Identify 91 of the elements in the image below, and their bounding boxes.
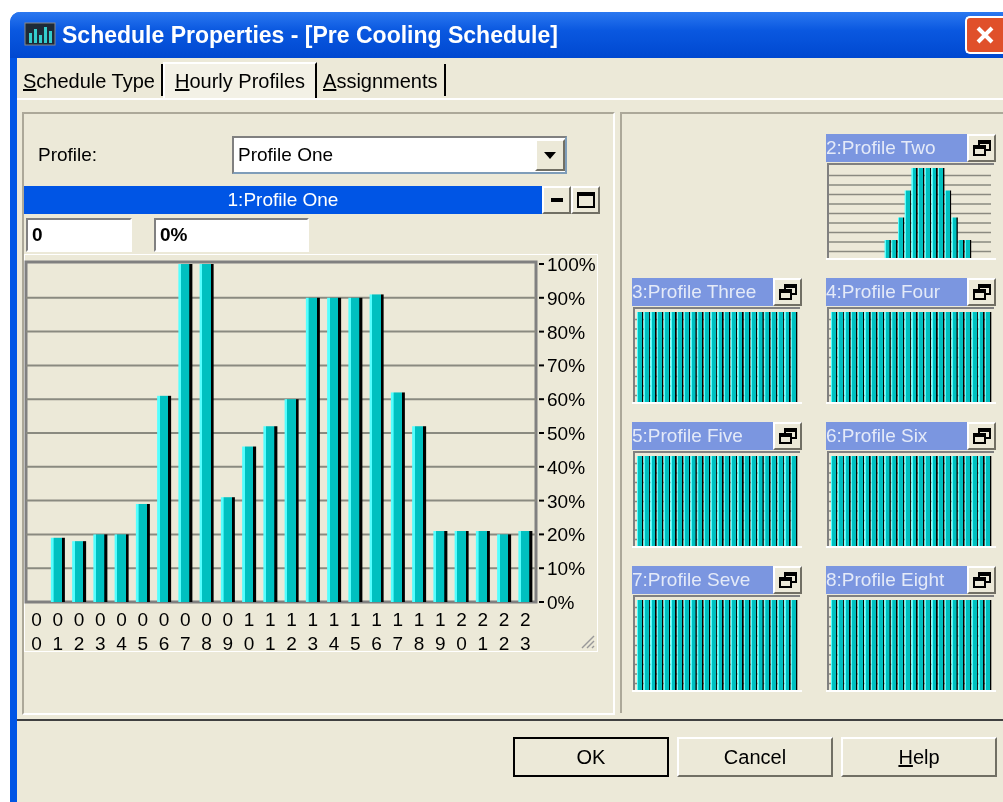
bar — [72, 541, 87, 602]
profile-window-title: 5:Profile Five — [632, 422, 773, 450]
x-axis-label: 06 — [158, 609, 170, 652]
y-axis-label: 10% — [547, 558, 586, 580]
maximize-button[interactable] — [571, 186, 600, 214]
bar — [518, 531, 533, 602]
x-axis-label: 21 — [477, 609, 489, 652]
y-axis-tick — [538, 330, 545, 333]
dialog-button[interactable]: Cancel — [677, 737, 833, 777]
close-button[interactable] — [965, 16, 1003, 54]
minimize-button[interactable] — [542, 186, 571, 214]
profile-dropdown[interactable]: Profile One — [232, 136, 567, 174]
chart-icon — [24, 21, 56, 49]
x-axis-label: 02 — [73, 609, 85, 652]
dropdown-arrow-icon — [544, 151, 556, 159]
hour-field[interactable]: 0 — [26, 218, 132, 252]
x-axis-label: 13 — [307, 609, 319, 652]
x-axis-label: 17 — [392, 609, 404, 652]
resize-grip-icon[interactable] — [581, 635, 595, 649]
y-axis-label: 30% — [547, 490, 586, 512]
window-title: Schedule Properties - [Pre Cooling Schedule] — [62, 20, 558, 50]
y-axis-tick — [538, 499, 545, 502]
x-axis-label: 11 — [265, 609, 276, 652]
tab[interactable]: Hourly Profiles — [162, 62, 318, 98]
restore-button[interactable] — [967, 566, 996, 594]
x-axis-label: 20 — [456, 609, 467, 652]
y-axis-label: 90% — [547, 287, 586, 309]
profile-window-title: 6:Profile Six — [826, 422, 967, 450]
x-axis-label: 09 — [222, 609, 234, 652]
restore-icon — [778, 428, 797, 444]
restore-button[interactable] — [967, 278, 996, 306]
restore-button[interactable] — [773, 422, 802, 450]
x-axis-label: 07 — [180, 609, 191, 652]
restore-icon — [972, 284, 991, 300]
x-axis-label: 22 — [498, 609, 510, 652]
restore-button[interactable] — [773, 278, 802, 306]
x-axis-label: 23 — [520, 609, 531, 652]
x-axis-label: 00 — [31, 609, 42, 652]
maximize-icon — [576, 192, 595, 208]
x-axis-label: 01 — [52, 609, 64, 652]
y-axis-label: 60% — [547, 389, 586, 411]
y-axis-tick — [538, 465, 545, 468]
value-field[interactable]: 0% — [154, 218, 309, 252]
x-axis-label: 16 — [371, 609, 382, 652]
y-axis-tick — [538, 263, 545, 265]
y-axis-tick — [538, 398, 545, 401]
x-axis-label: 10 — [243, 609, 255, 652]
y-axis-tick — [538, 533, 545, 536]
bar — [497, 534, 512, 602]
dialog-button[interactable]: Help — [841, 737, 997, 777]
profile-window-title: 7:Profile Seve — [632, 566, 773, 594]
dialog-button[interactable]: OK — [513, 737, 669, 777]
y-axis-tick — [538, 364, 545, 367]
restore-button[interactable] — [773, 566, 802, 594]
bar — [93, 534, 108, 602]
y-axis-label: 0% — [547, 592, 575, 613]
profile-window-title: 3:Profile Three — [632, 278, 773, 306]
y-axis-label: 40% — [547, 456, 586, 478]
y-axis-label: 100% — [547, 254, 596, 275]
restore-icon — [972, 428, 991, 444]
y-axis-label: 50% — [547, 423, 586, 444]
x-axis-label: 18 — [413, 609, 425, 652]
minimize-icon — [550, 198, 563, 202]
x-axis-label: 14 — [328, 609, 340, 652]
restore-icon — [972, 140, 991, 156]
y-axis-tick — [538, 296, 545, 299]
restore-button[interactable] — [967, 422, 996, 450]
restore-button[interactable] — [967, 134, 996, 162]
x-axis-label: 03 — [95, 609, 106, 652]
y-axis-tick — [538, 601, 545, 603]
x-axis-label: 05 — [137, 609, 149, 652]
profile-window-title: 2:Profile Two — [826, 134, 967, 162]
y-axis-tick — [538, 567, 545, 570]
profile-window-title: 8:Profile Eight — [826, 566, 967, 594]
close-icon — [975, 25, 995, 45]
y-axis-tick — [538, 432, 545, 434]
x-axis-label: 15 — [350, 609, 361, 652]
x-axis-label: 12 — [286, 609, 297, 652]
restore-icon — [778, 572, 797, 588]
profile-label: Profile: — [38, 142, 99, 167]
y-axis-label: 70% — [547, 355, 586, 377]
profile-window-title: 4:Profile Four — [826, 278, 967, 306]
y-axis-label: 20% — [547, 524, 586, 546]
x-axis-label: 04 — [116, 609, 127, 652]
chart-window-title: 1:Profile One — [24, 186, 542, 214]
bar — [433, 531, 448, 602]
restore-icon — [778, 284, 797, 300]
x-axis-label: 08 — [201, 609, 212, 652]
restore-icon — [972, 572, 991, 588]
y-axis-label: 80% — [547, 321, 586, 343]
x-axis-label: 19 — [435, 609, 446, 652]
